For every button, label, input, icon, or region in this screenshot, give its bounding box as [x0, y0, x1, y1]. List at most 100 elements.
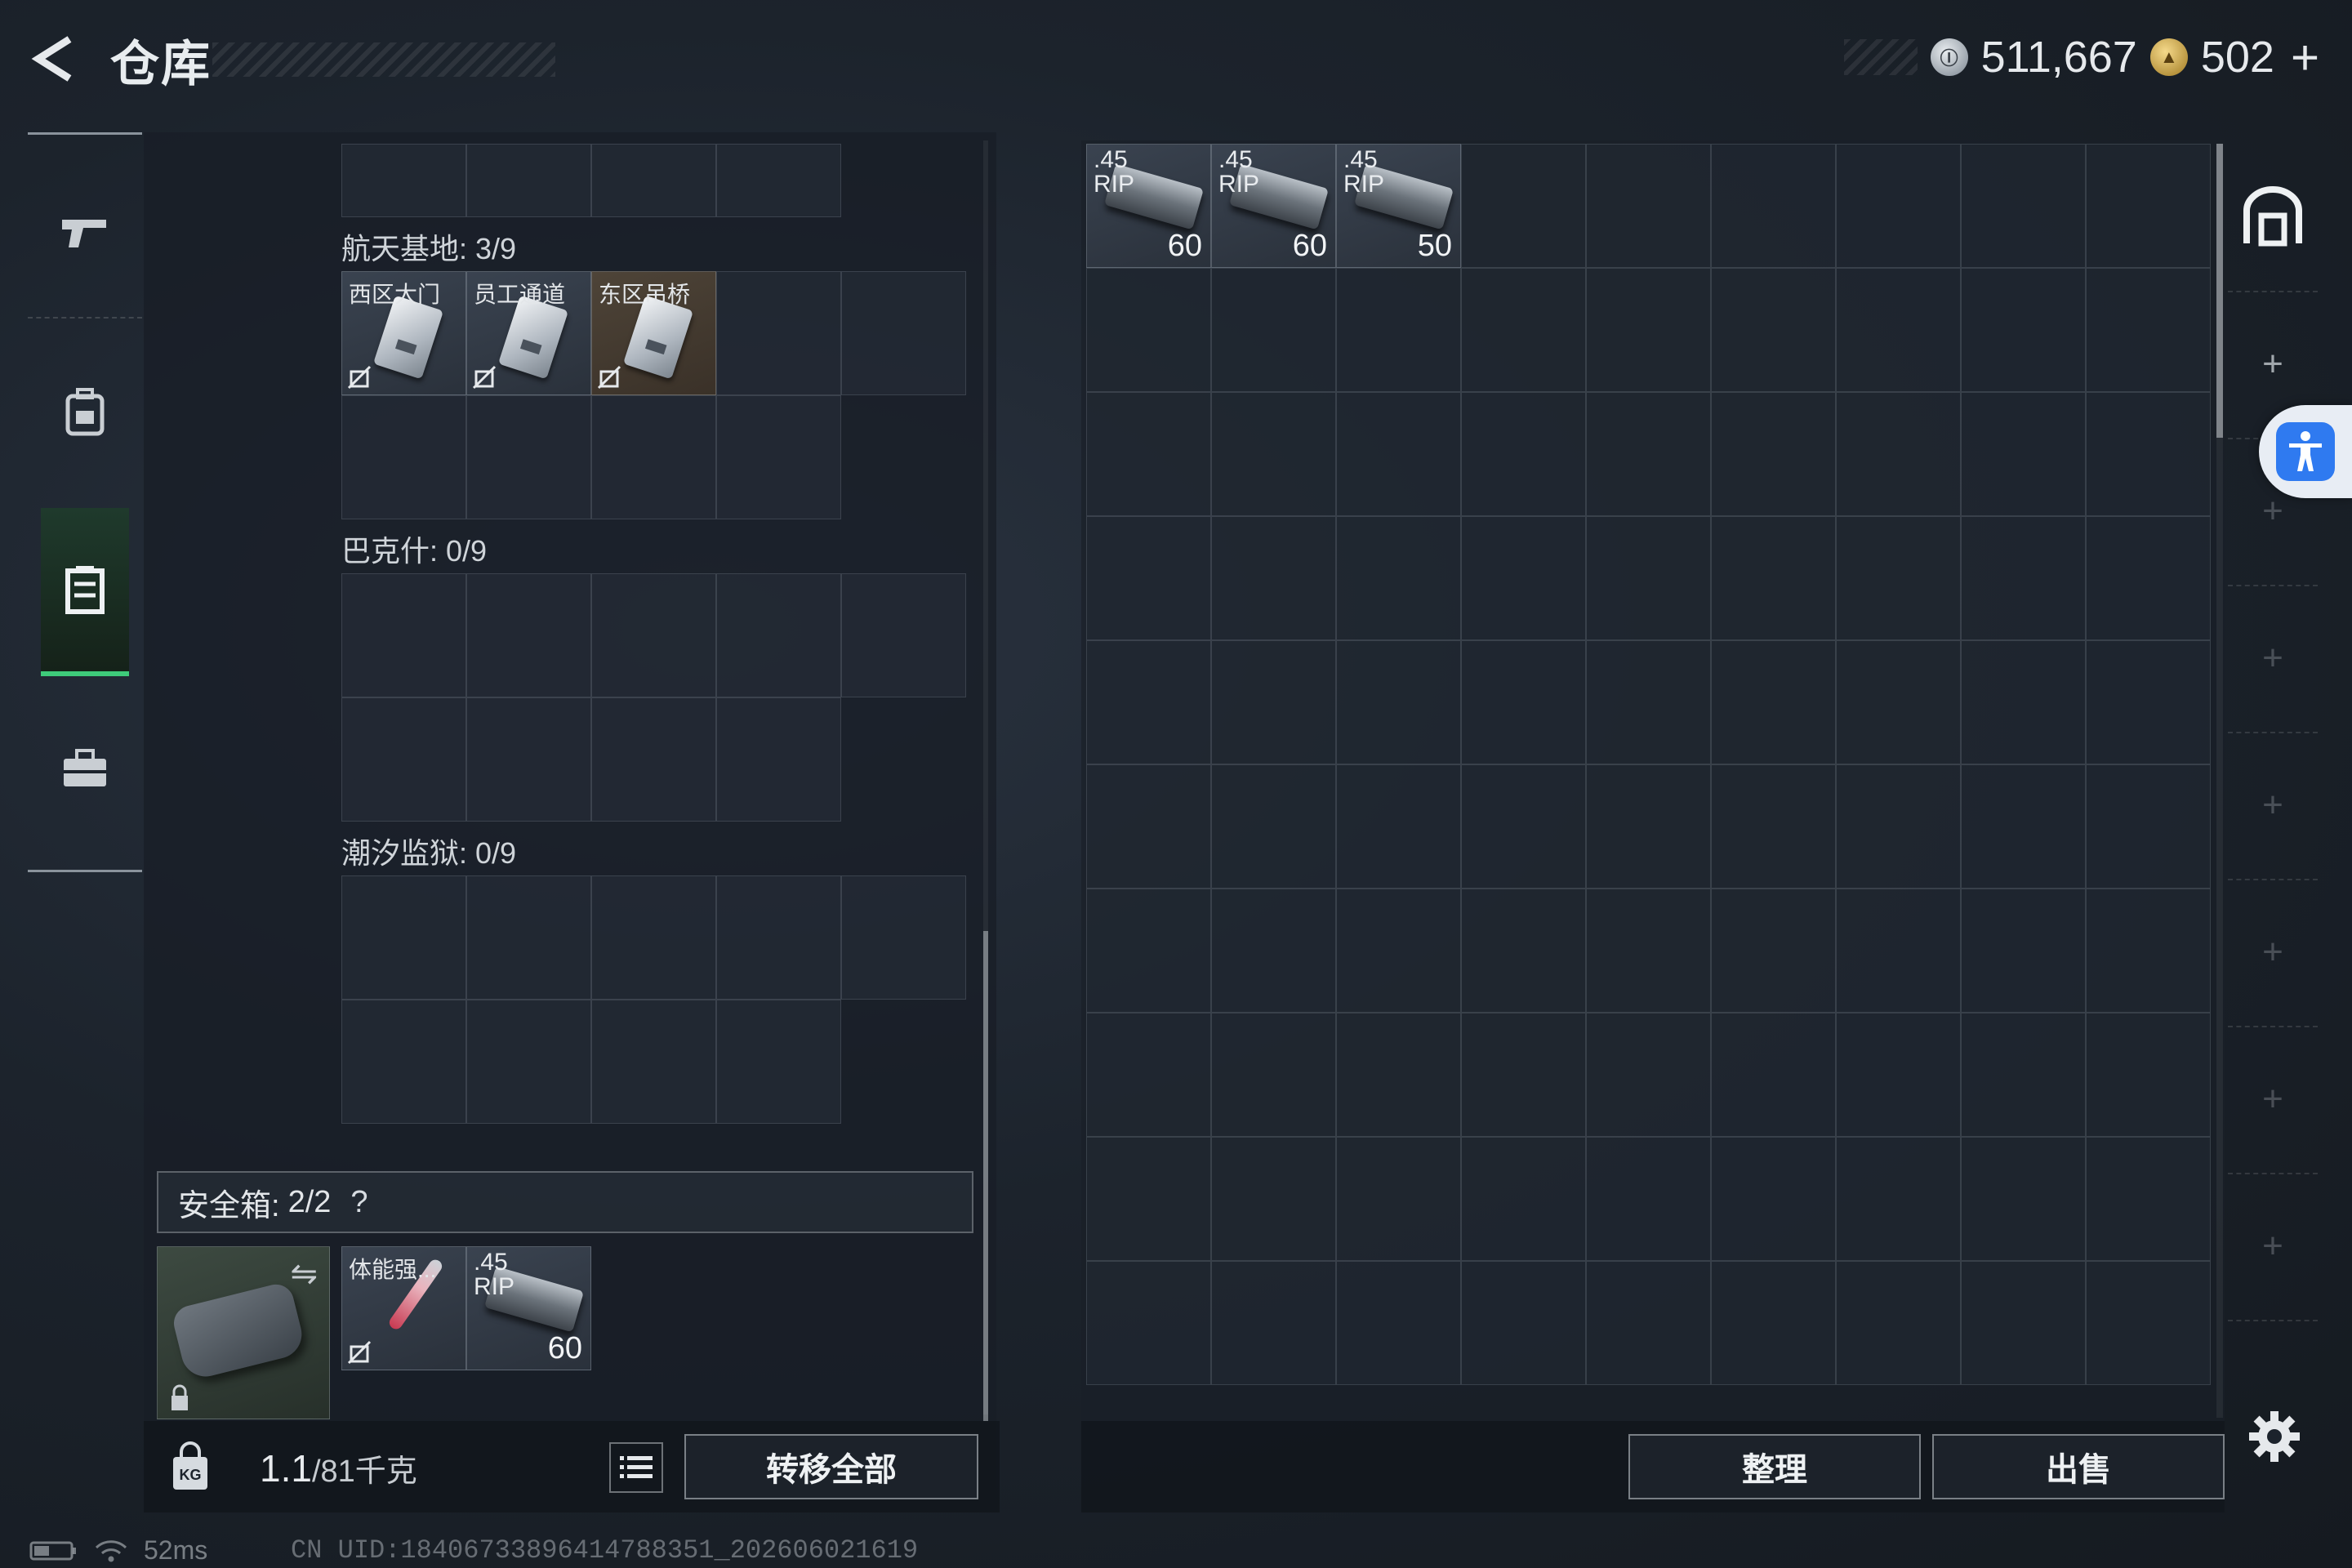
grid-cell[interactable]	[341, 144, 466, 217]
grid-cell[interactable]	[1086, 640, 1211, 764]
grid-cell[interactable]	[1211, 1137, 1336, 1261]
grid-cell[interactable]	[1086, 392, 1211, 516]
grid-cell[interactable]	[1711, 889, 1836, 1013]
grid-cell[interactable]	[2086, 268, 2211, 392]
grid-cell[interactable]	[1961, 1013, 2086, 1137]
grid-cell[interactable]	[1336, 764, 1461, 889]
grid-cell[interactable]	[1086, 764, 1211, 889]
grid-cell[interactable]	[1461, 640, 1586, 764]
grid-cell[interactable]	[2086, 889, 2211, 1013]
grid-cell[interactable]	[1336, 640, 1461, 764]
grid-cell[interactable]	[2086, 1013, 2211, 1137]
grid-cell[interactable]	[341, 875, 466, 1000]
grid-cell[interactable]	[1211, 268, 1336, 392]
grid-cell[interactable]	[2086, 640, 2211, 764]
right-scrollbar-thumb[interactable]	[2216, 144, 2223, 438]
sort-button[interactable]: 整理	[1628, 1434, 1921, 1499]
add-container-button[interactable]: +	[2228, 879, 2318, 1027]
grid-cell[interactable]	[1586, 889, 1711, 1013]
grid-cell[interactable]	[841, 875, 966, 1000]
safe-box-container[interactable]: ⇋	[157, 1246, 330, 1419]
grid-cell[interactable]	[1836, 764, 1961, 889]
grid-cell[interactable]	[1961, 889, 2086, 1013]
grid-cell[interactable]	[466, 144, 591, 217]
stim-item[interactable]: 体能强...	[341, 1246, 466, 1370]
grid-cell[interactable]	[1461, 268, 1586, 392]
grid-cell[interactable]	[2086, 1137, 2211, 1261]
grid-cell[interactable]	[1961, 764, 2086, 889]
ammo-item[interactable]: .45 RIP 60	[1211, 144, 1336, 268]
ammo-item[interactable]: .45 RIP 60	[1086, 144, 1211, 268]
grid-cell[interactable]	[466, 875, 591, 1000]
grid-cell[interactable]	[1211, 392, 1336, 516]
grid-cell[interactable]	[1711, 392, 1836, 516]
grid-cell[interactable]	[466, 697, 591, 822]
grid-cell[interactable]	[1586, 144, 1711, 268]
grid-cell[interactable]	[1086, 1137, 1211, 1261]
grid-cell[interactable]	[466, 573, 591, 697]
add-container-button[interactable]: +	[2228, 732, 2318, 880]
grid-cell[interactable]	[1461, 764, 1586, 889]
grid-cell[interactable]	[1711, 1013, 1836, 1137]
grid-cell[interactable]	[1211, 889, 1336, 1013]
grid-cell[interactable]	[1211, 1013, 1336, 1137]
grid-cell[interactable]	[1836, 640, 1961, 764]
grid-cell[interactable]	[1836, 1013, 1961, 1137]
grid-cell[interactable]	[716, 271, 841, 395]
grid-cell[interactable]	[341, 395, 466, 519]
grid-cell[interactable]	[1836, 144, 1961, 268]
grid-cell[interactable]	[716, 573, 841, 697]
grid-cell[interactable]	[716, 875, 841, 1000]
grid-cell[interactable]	[1211, 640, 1336, 764]
grid-cell[interactable]	[591, 144, 716, 217]
grid-cell[interactable]	[1586, 1137, 1711, 1261]
grid-cell[interactable]	[1711, 640, 1836, 764]
add-container-button[interactable]: +	[2228, 1173, 2318, 1321]
transfer-all-button[interactable]: 转移全部	[684, 1434, 978, 1499]
grid-cell[interactable]	[1586, 516, 1711, 640]
grid-cell[interactable]	[591, 395, 716, 519]
grid-cell[interactable]	[591, 697, 716, 822]
grid-cell[interactable]	[1711, 144, 1836, 268]
grid-cell[interactable]	[1336, 268, 1461, 392]
grid-cell[interactable]	[1836, 516, 1961, 640]
add-container-button[interactable]: +	[2228, 1026, 2318, 1174]
grid-cell[interactable]	[2086, 516, 2211, 640]
grid-cell[interactable]	[1711, 268, 1836, 392]
grid-cell[interactable]	[1461, 392, 1586, 516]
grid-cell[interactable]	[1336, 1261, 1461, 1385]
grid-cell[interactable]	[2086, 764, 2211, 889]
grid-cell[interactable]	[1211, 764, 1336, 889]
grid-cell[interactable]	[716, 144, 841, 217]
grid-cell[interactable]	[1086, 268, 1211, 392]
grid-cell[interactable]	[1961, 1261, 2086, 1385]
grid-cell[interactable]	[1961, 268, 2086, 392]
grid-cell[interactable]	[716, 1000, 841, 1124]
grid-cell[interactable]	[1711, 1137, 1836, 1261]
settings-gear-icon[interactable]	[2247, 1410, 2301, 1463]
grid-cell[interactable]	[1836, 392, 1961, 516]
grid-cell[interactable]	[1336, 392, 1461, 516]
accessibility-button[interactable]	[2259, 405, 2352, 498]
grid-cell[interactable]	[341, 573, 466, 697]
grid-cell[interactable]	[1586, 764, 1711, 889]
grid-cell[interactable]	[466, 1000, 591, 1124]
nav-item-weapons[interactable]	[28, 150, 142, 314]
nav-item-toolbox[interactable]	[28, 688, 142, 851]
grid-cell[interactable]	[1086, 889, 1211, 1013]
help-button[interactable]: ?	[350, 1185, 368, 1220]
sell-button[interactable]: 出售	[1932, 1434, 2225, 1499]
grid-cell[interactable]	[1461, 1261, 1586, 1385]
grid-cell[interactable]	[1586, 392, 1711, 516]
grid-cell[interactable]	[1711, 516, 1836, 640]
grid-cell[interactable]	[1586, 1013, 1711, 1137]
grid-cell[interactable]	[1711, 764, 1836, 889]
grid-cell[interactable]	[1211, 1261, 1336, 1385]
nav-item-storage[interactable]	[41, 508, 129, 676]
grid-cell[interactable]	[1336, 516, 1461, 640]
grid-cell[interactable]	[1336, 1137, 1461, 1261]
grid-cell[interactable]	[841, 573, 966, 697]
grid-cell[interactable]	[1086, 516, 1211, 640]
grid-cell[interactable]	[1586, 1261, 1711, 1385]
nav-item-backpack[interactable]	[28, 330, 142, 493]
